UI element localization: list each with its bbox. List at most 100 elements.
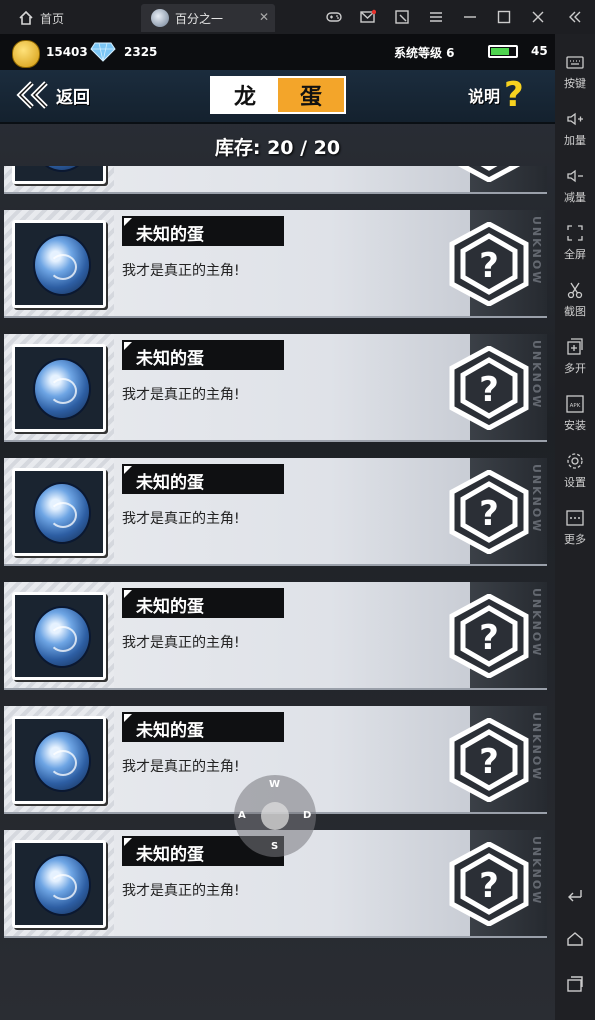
egg-card[interactable]: 未知的蛋我才是真正的主角! UNKNOW? [4,582,547,690]
side-label: 截图 [564,305,586,318]
maximize-icon [497,10,511,24]
side-multi-button[interactable]: 多开 [555,337,595,376]
diamond-icon [90,42,116,62]
side-screenshot-button[interactable]: 截图 [555,280,595,319]
dragon-egg-icon [33,854,91,916]
side-label: 设置 [564,476,586,489]
egg-description: 我才是真正的主角! [122,759,240,775]
page-title: 龙 蛋 [210,76,346,114]
egg-description: 我才是真正的主角! [122,635,240,651]
back-label: 返回 [56,87,90,108]
unknown-hex-icon: ? [449,718,529,802]
joystick-key-up: W [269,779,281,790]
joystick-knob[interactable] [261,802,289,830]
page-header: 返回 龙 蛋 说明 ? [0,70,555,124]
emulator-side-panel: 按键 加量 减量 全屏 截图 多开 APK 安装 设置 更多 [555,34,595,1020]
egg-name: 未知的蛋 [136,845,204,865]
side-volume-up-button[interactable]: 加量 [555,109,595,148]
egg-name: 未知的蛋 [136,225,204,245]
egg-description: 我才是真正的主角! [122,883,240,899]
egg-name: 未知的蛋 [136,597,204,617]
home-tab-label: 首页 [40,11,65,26]
scissors-icon [567,282,583,299]
side-label: 加量 [564,134,586,147]
joystick-key-right: D [303,810,312,821]
dragon-egg-icon [33,166,91,172]
title-left-text: 龙 [212,78,278,112]
game-screen: 15403 2325 系统等级 6 45 返回 龙 蛋 说明 ? 库存: 20 … [0,34,555,1020]
side-recent-button[interactable] [555,974,595,997]
unknown-side-text: UNKNOW [530,836,543,906]
unknown-hex-icon: ? [449,222,529,306]
minimize-icon [464,16,476,18]
gamepad-button[interactable] [317,0,351,34]
unknown-side-text: UNKNOW [530,588,543,658]
egg-card[interactable]: 我才是真正的主角!UNKNOW? [4,166,547,194]
menu-button[interactable] [419,0,453,34]
help-button[interactable]: 说明 ? [468,78,524,112]
egg-thumbnail [12,468,106,556]
gamepad-icon [326,12,342,22]
egg-name: 未知的蛋 [136,473,204,493]
egg-thumbnail [12,166,106,184]
side-settings-button[interactable]: 设置 [555,451,595,490]
svg-text:APK: APK [570,403,581,409]
home-icon [19,10,33,25]
egg-thumbnail [12,592,106,680]
volume-up-icon [567,112,583,126]
virtual-joystick[interactable]: W A D S [234,775,316,857]
unknown-side-text: UNKNOW [530,712,543,782]
egg-thumbnail [12,840,106,928]
svg-text:?: ? [479,866,499,906]
svg-text:?: ? [479,618,499,658]
egg-name-tag: 未知的蛋 [122,712,284,742]
egg-description: 我才是真正的主角! [122,511,240,527]
mail-button[interactable] [351,0,385,34]
app-icon [151,9,169,27]
battery-icon [488,45,518,58]
app-tab[interactable]: 百分之一 ✕ [141,4,275,32]
svg-text:?: ? [479,494,499,534]
egg-thumbnail [12,220,106,308]
maximize-button[interactable] [487,0,521,34]
egg-card[interactable]: 未知的蛋 我才是真正的主角! UNKNOW? [4,334,547,442]
stock-count: 库存: 20 / 20 [214,137,341,159]
egg-card[interactable]: 未知的蛋 我才是真正的主角! UNKNOW? [4,458,547,566]
multi-instance-icon [567,338,583,355]
egg-name-tag: 未知的蛋 [122,588,284,618]
dragon-egg-icon [33,358,91,420]
joystick-key-left: A [238,810,246,821]
double-chevron-left-icon [569,11,581,23]
side-more-button[interactable]: 更多 [555,508,595,547]
collapse-panel-button[interactable] [555,0,595,34]
egg-list[interactable]: 我才是真正的主角!UNKNOW?未知的蛋我才是真正的主角!UNKNOW?未知的蛋… [0,166,555,1020]
help-label: 说明 [468,87,501,106]
egg-description: 我才是真正的主角! [122,387,240,403]
mail-icon [360,9,376,23]
side-label: 更多 [564,533,586,546]
side-volume-down-button[interactable]: 减量 [555,166,595,205]
app-tab-label: 百分之一 [175,11,224,26]
dragon-egg-icon [33,234,91,296]
home-tab[interactable]: 首页 [6,4,134,32]
status-bar: 15403 2325 系统等级 6 45 [0,34,555,70]
back-button[interactable]: 返回 [16,78,96,112]
gear-icon [567,453,583,469]
tab-close-icon[interactable]: ✕ [259,10,269,24]
window-controls [317,0,555,34]
minimize-button[interactable] [453,0,487,34]
pin-button[interactable] [385,0,419,34]
side-install-button[interactable]: APK 安装 [555,394,595,433]
side-home-button[interactable] [555,929,595,952]
side-back-button[interactable] [555,884,595,907]
unknown-hex-icon: ? [449,842,529,926]
dragon-egg-icon [33,730,91,792]
close-button[interactable] [521,0,555,34]
battery-value: 45 [531,44,548,58]
joystick-key-down: S [271,841,279,852]
side-label: 按键 [564,77,586,90]
side-keymap-button[interactable]: 按键 [555,52,595,91]
side-fullscreen-button[interactable]: 全屏 [555,223,595,262]
unknown-hex-icon: ? [449,346,529,430]
egg-card[interactable]: 未知的蛋 我才是真正的主角! UNKNOW? [4,210,547,318]
